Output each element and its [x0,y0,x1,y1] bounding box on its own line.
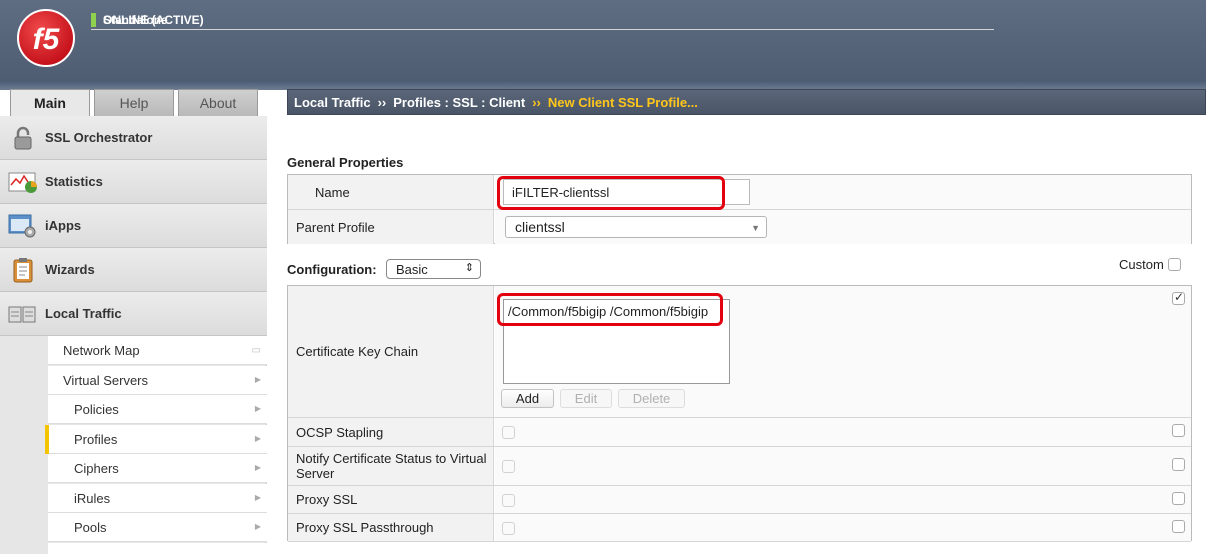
sidebar-subitem-network-map[interactable]: Network Map ▭ [48,336,267,365]
status-indicator [91,13,96,27]
chevron-right-icon: ▶ [254,375,261,384]
sidebar-label: Local Traffic [45,306,122,321]
delete-button[interactable]: Delete [618,389,685,408]
highlight-cert-key-chain [497,293,723,326]
custom-label: Custom [1119,257,1164,272]
configuration-select[interactable]: Basic ⇕ [386,259,481,279]
chevron-right-icon: ▶ [254,463,261,472]
sidebar-label: Wizards [45,262,95,277]
name-label: Name [288,175,494,209]
ocsp-stapling-checkbox[interactable] [502,426,515,439]
status-mode: Standalone [103,13,168,27]
chevron-right-icon: ▶ [254,434,261,443]
breadcrumb-local-traffic[interactable]: Local Traffic [294,95,371,110]
sidebar-item-iapps[interactable]: iApps [0,204,267,248]
breadcrumb-separator: ›› [532,94,541,110]
cert-key-chain-custom-checkbox[interactable] [1172,290,1185,305]
sidebar-subitem-label: Ciphers [74,460,119,476]
sidebar-subitem-next [48,543,267,554]
proxy-ssl-custom-checkbox[interactable] [1172,492,1185,505]
sidebar-subitem-label: iRules [74,490,111,506]
notify-cert-status-row: Notify Certificate Status to Virtual Ser… [288,447,1191,486]
sidebar-subitem-label: Profiles [74,431,118,447]
custom-toggle: Custom [1119,257,1181,272]
configuration-value: Basic [396,261,428,277]
sidebar-subitem-label: Policies [74,401,119,417]
configuration-label: Configuration: [287,262,377,277]
main-tabs: Main Help About [10,89,262,117]
proxy-ssl-row: Proxy SSL [288,486,1191,514]
parent-profile-row: Parent Profile clientssl ▼ [288,210,1191,244]
tab-help[interactable]: Help [94,89,174,117]
sidebar-item-wizards[interactable]: Wizards [0,248,267,292]
parent-profile-select[interactable]: clientssl ▼ [505,216,767,238]
breadcrumb-profiles-ssl-client[interactable]: Profiles : SSL : Client [393,95,525,110]
proxy-ssl-label: Proxy SSL [288,486,494,513]
sidebar-label: iApps [45,218,82,233]
sidebar-subitem-label: Network Map [63,342,140,358]
tab-main[interactable]: Main [10,89,90,117]
clipboard-icon [8,257,38,283]
sidebar: SSL Orchestrator Statistics iApps Wizard… [0,116,267,554]
top-banner: f5 ONLINE (ACTIVE) Standalone [0,0,1206,90]
ocsp-stapling-custom-checkbox[interactable] [1172,424,1185,437]
notify-cert-status-custom-checkbox[interactable] [1172,458,1185,471]
sidebar-item-local-traffic[interactable]: Local Traffic [0,292,267,336]
chevron-down-icon: ▼ [751,223,760,233]
sidebar-item-statistics[interactable]: Statistics [0,160,267,204]
ocsp-stapling-row: OCSP Stapling [288,418,1191,447]
tab-about[interactable]: About [178,89,258,117]
cert-key-chain-row: Certificate Key Chain /Common/f5bigip /C… [288,286,1191,418]
sidebar-subitem-ciphers[interactable]: Ciphers ▶ [48,454,267,483]
configuration-table: Certificate Key Chain /Common/f5bigip /C… [287,285,1192,542]
add-button[interactable]: Add [501,389,554,408]
sidebar-subitem-irules[interactable]: iRules ▶ [48,484,267,513]
proxy-ssl-passthrough-label: Proxy SSL Passthrough [288,514,494,541]
lock-icon [8,125,38,151]
sidebar-label: SSL Orchestrator [45,130,153,145]
ocsp-stapling-label: OCSP Stapling [288,418,494,446]
general-properties-title: General Properties [287,155,404,170]
sidebar-item-ssl-orchestrator[interactable]: SSL Orchestrator [0,116,267,160]
edit-button[interactable]: Edit [560,389,612,408]
logo-text: f5 [33,23,61,56]
sidebar-subitem-label: Pools [74,519,107,535]
custom-checkbox[interactable] [1167,258,1181,271]
proxy-ssl-passthrough-row: Proxy SSL Passthrough [288,514,1191,542]
chevron-right-icon: ▶ [254,522,261,531]
app-gear-icon [8,213,38,239]
updown-icon: ⇕ [464,262,474,274]
sidebar-subitem-policies[interactable]: Policies ▶ [48,395,267,424]
proxy-ssl-passthrough-checkbox[interactable] [502,522,515,535]
highlight-name [497,176,725,210]
sidebar-label: Statistics [45,174,103,189]
proxy-ssl-checkbox[interactable] [502,494,515,507]
notify-cert-status-label: Notify Certificate Status to Virtual Ser… [288,447,494,485]
sidebar-subitem-label: Virtual Servers [63,372,149,388]
name-row: Name iFILTER-clientssl [288,175,1191,210]
cert-key-chain-label: Certificate Key Chain [288,286,494,417]
notify-cert-status-checkbox[interactable] [502,460,515,473]
proxy-ssl-passthrough-custom-checkbox[interactable] [1172,520,1185,533]
chevron-right-icon: ▶ [254,404,261,413]
sidebar-subitem-pools[interactable]: Pools ▶ [48,513,267,542]
parent-profile-label: Parent Profile [288,210,494,244]
breadcrumb-current: New Client SSL Profile... [547,94,698,110]
sidebar-subitem-profiles[interactable]: Profiles ▶ [45,425,267,454]
breadcrumb-separator: ›› [377,94,387,110]
breadcrumb: Local Traffic ›› Profiles : SSL : Client… [287,89,1206,115]
chart-icon [8,169,38,195]
general-properties-table: Name iFILTER-clientssl Parent Profile cl… [287,174,1192,244]
parent-profile-value: clientssl [515,219,565,235]
popout-icon: ▭ [251,345,261,356]
sidebar-subitem-virtual-servers[interactable]: Virtual Servers ▶ [48,366,267,395]
chevron-right-icon: ▶ [254,493,261,502]
f5-logo[interactable]: f5 [16,8,76,68]
servers-icon [8,301,38,327]
